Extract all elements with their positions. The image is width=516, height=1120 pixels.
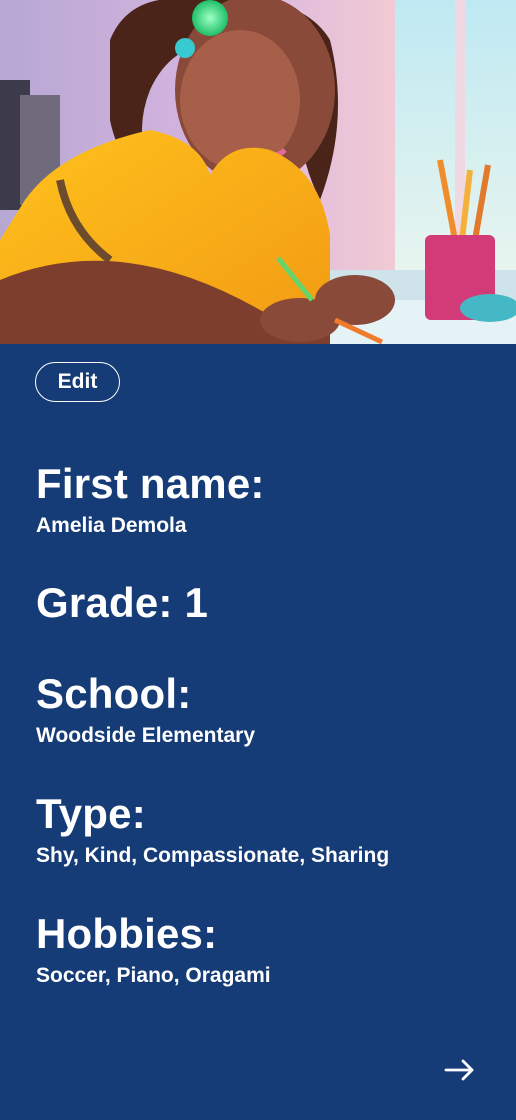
arrow-right-icon xyxy=(444,1058,476,1082)
school-label: School: xyxy=(36,670,192,717)
grade-field: Grade: 1 xyxy=(36,579,208,626)
hobbies-value: Soccer, Piano, Oragami xyxy=(36,964,271,988)
first-name-label: First name: xyxy=(36,460,265,507)
type-value: Shy, Kind, Compassionate, Sharing xyxy=(36,844,390,868)
first-name-field: First name: Amelia Demola xyxy=(36,460,265,538)
type-field: Type: Shy, Kind, Compassionate, Sharing xyxy=(36,790,390,868)
school-value: Woodside Elementary xyxy=(36,724,256,748)
hobbies-label: Hobbies: xyxy=(36,910,218,957)
first-name-value: Amelia Demola xyxy=(36,514,187,538)
school-field: School: Woodside Elementary xyxy=(36,670,256,748)
profile-illustration xyxy=(0,0,516,344)
type-label: Type: xyxy=(36,790,146,837)
grade-label: Grade: 1 xyxy=(36,579,208,626)
edit-button[interactable]: Edit xyxy=(35,362,120,402)
profile-panel: Edit First name: Amelia Demola Grade: 1 … xyxy=(0,344,516,1120)
next-button[interactable] xyxy=(438,1050,482,1090)
hobbies-field: Hobbies: Soccer, Piano, Oragami xyxy=(36,910,271,988)
